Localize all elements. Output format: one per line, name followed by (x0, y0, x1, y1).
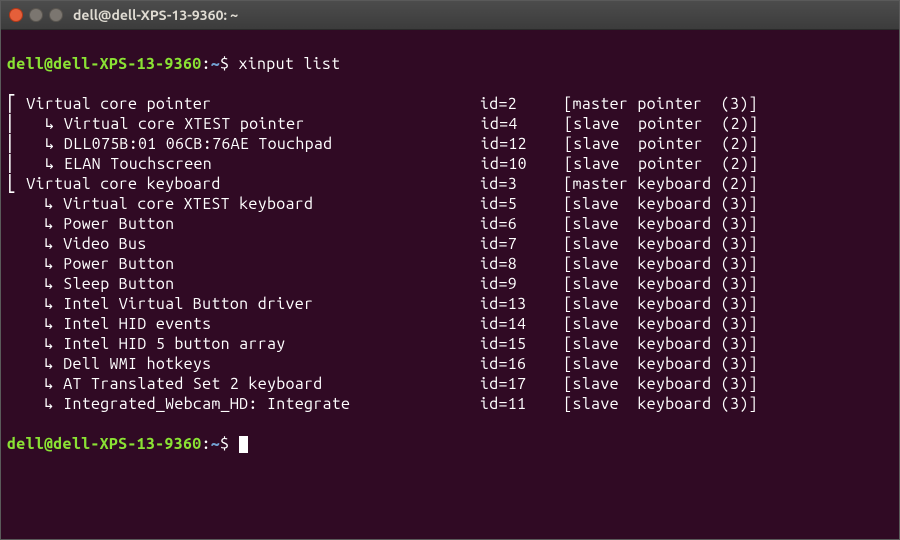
prompt-symbol: $ (220, 55, 239, 73)
output-line: ⎜ ↳ DLL075B:01 06CB:76AE Touchpad id=12 … (7, 134, 893, 154)
prompt-path: ~ (211, 55, 220, 73)
output-line: ↳ Power Button id=8 [slave keyboard (3)] (7, 254, 893, 274)
prompt-line-1: dell@dell-XPS-13-9360:~$ xinput list (7, 54, 893, 74)
minimize-icon[interactable] (29, 8, 43, 22)
prompt-colon: : (201, 55, 210, 73)
prompt-user: dell@dell-XPS-13-9360 (7, 435, 201, 453)
output-line: ⎜ ↳ Virtual core XTEST pointer id=4 [sla… (7, 114, 893, 134)
output-line: ↳ Intel HID 5 button array id=15 [slave … (7, 334, 893, 354)
prompt-symbol: $ (220, 435, 239, 453)
close-icon[interactable] (9, 8, 23, 22)
output-line: ↳ Intel HID events id=14 [slave keyboard… (7, 314, 893, 334)
output-line: ⎡ Virtual core pointer id=2 [master poin… (7, 94, 893, 114)
output-line: ↳ Integrated_Webcam_HD: Integrate id=11 … (7, 394, 893, 414)
prompt-line-2: dell@dell-XPS-13-9360:~$ (7, 434, 893, 454)
output-line: ↳ Video Bus id=7 [slave keyboard (3)] (7, 234, 893, 254)
output-line: ↳ Sleep Button id=9 [slave keyboard (3)] (7, 274, 893, 294)
prompt-path: ~ (211, 435, 220, 453)
titlebar[interactable]: dell@dell-XPS-13-9360: ~ (1, 1, 899, 30)
prompt-colon: : (201, 435, 210, 453)
terminal-window: dell@dell-XPS-13-9360: ~ dell@dell-XPS-1… (0, 0, 900, 540)
cursor-icon (239, 436, 248, 453)
command-text: xinput list (239, 55, 341, 73)
output-line: ⎣ Virtual core keyboard id=3 [master key… (7, 174, 893, 194)
output-line: ↳ AT Translated Set 2 keyboard id=17 [sl… (7, 374, 893, 394)
output-line: ⎜ ↳ ELAN Touchscreen id=10 [slave pointe… (7, 154, 893, 174)
terminal-body[interactable]: dell@dell-XPS-13-9360:~$ xinput list ⎡ V… (1, 30, 899, 539)
output-line: ↳ Power Button id=6 [slave keyboard (3)] (7, 214, 893, 234)
output-line: ↳ Intel Virtual Button driver id=13 [sla… (7, 294, 893, 314)
window-controls (9, 8, 63, 22)
command-output: ⎡ Virtual core pointer id=2 [master poin… (7, 94, 893, 414)
window-title: dell@dell-XPS-13-9360: ~ (73, 5, 238, 25)
maximize-icon[interactable] (49, 8, 63, 22)
output-line: ↳ Dell WMI hotkeys id=16 [slave keyboard… (7, 354, 893, 374)
output-line: ↳ Virtual core XTEST keyboard id=5 [slav… (7, 194, 893, 214)
prompt-user: dell@dell-XPS-13-9360 (7, 55, 201, 73)
